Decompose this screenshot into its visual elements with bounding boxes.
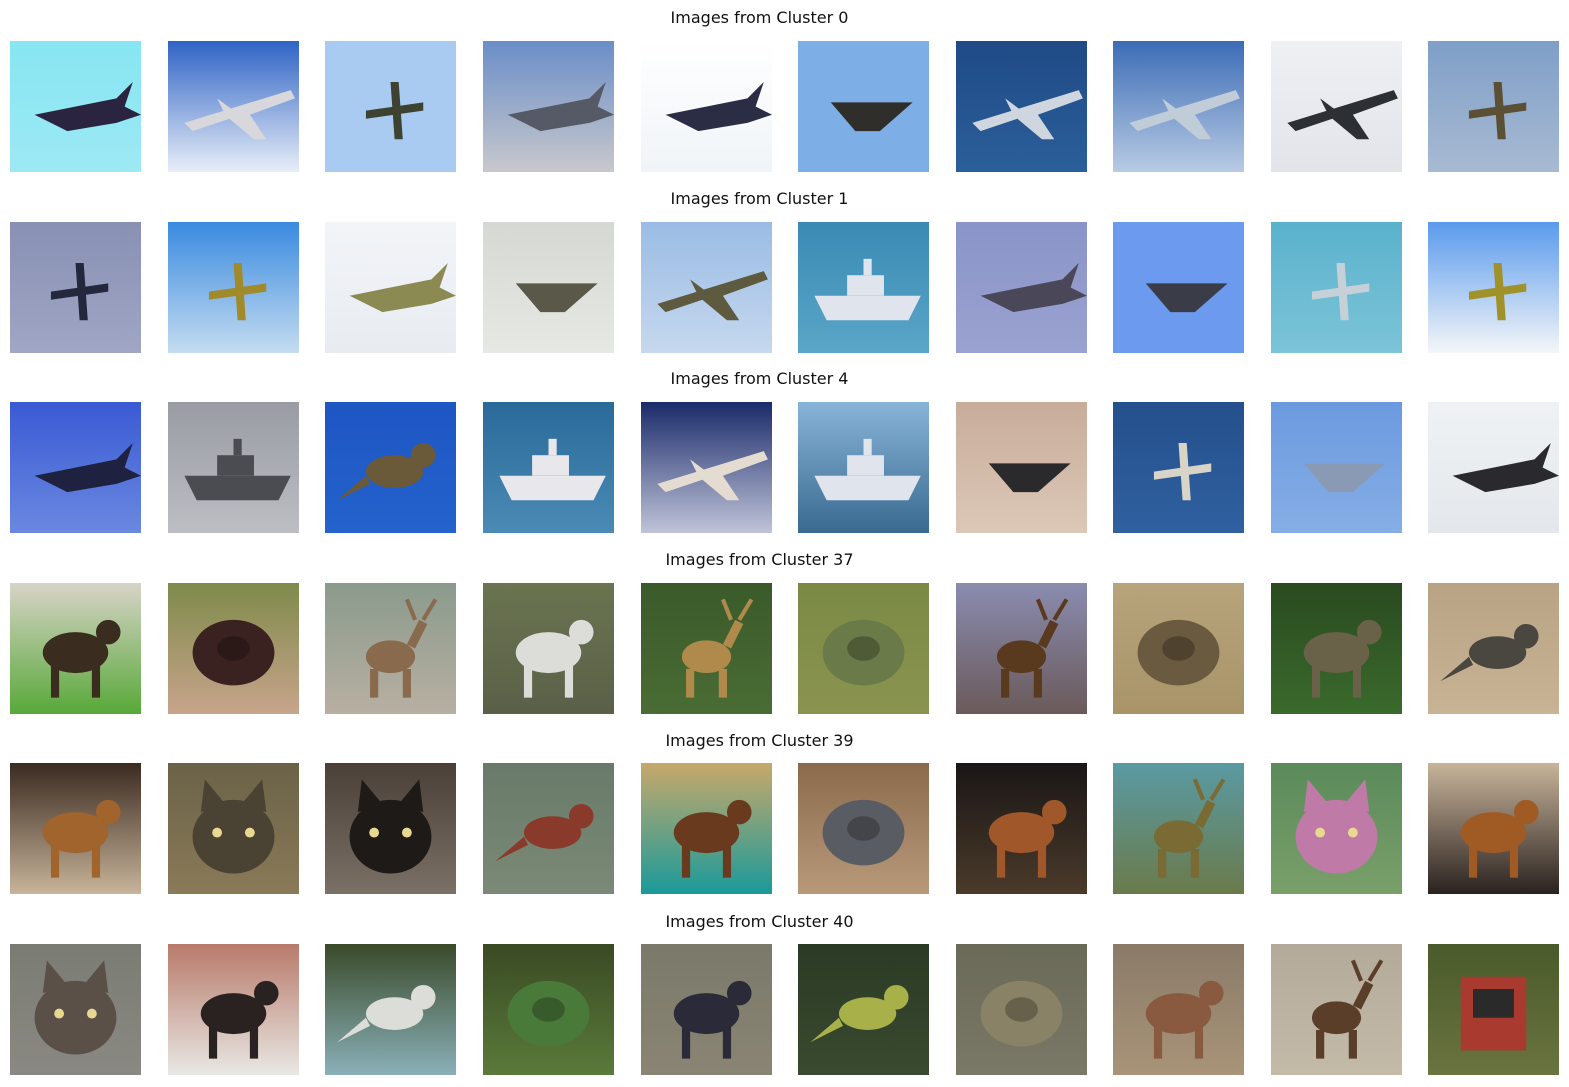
airplane-thumbnail: [10, 222, 141, 353]
airplane-thumbnail: [1113, 222, 1244, 353]
horse-thumbnail: [1113, 944, 1244, 1075]
airplane-thumbnail: [956, 402, 1087, 533]
airplane-thumbnail: [168, 222, 299, 353]
cluster-image-row: [10, 763, 1559, 894]
airplane-thumbnail: [956, 222, 1087, 353]
cat-thumbnail: [798, 763, 929, 894]
cluster-title: Images from Cluster 0: [670, 8, 849, 27]
boat-thumbnail: [483, 402, 614, 533]
airplane-thumbnail: [1113, 402, 1244, 533]
airplane-thumbnail: [798, 41, 929, 172]
horse-thumbnail: [168, 944, 299, 1075]
cat-thumbnail: [325, 763, 456, 894]
cluster-title: Images from Cluster 4: [670, 369, 849, 388]
ship-thumbnail: [168, 402, 299, 533]
deer-thumbnail: [1271, 944, 1402, 1075]
airplane-thumbnail: [10, 41, 141, 172]
bird-thumbnail: [325, 944, 456, 1075]
airplane-thumbnail: [1428, 222, 1559, 353]
cluster-image-row: [10, 41, 1559, 172]
ship-thumbnail: [798, 222, 929, 353]
airplane-thumbnail: [641, 41, 772, 172]
cluster-title: Images from Cluster 1: [670, 189, 849, 208]
airplane-thumbnail: [483, 222, 614, 353]
cluster-title: Images from Cluster 40: [665, 912, 854, 931]
animal-thumbnail: [1271, 583, 1402, 714]
dog-thumbnail: [1428, 763, 1559, 894]
bird-thumbnail: [798, 944, 929, 1075]
airplane-thumbnail: [325, 41, 456, 172]
frog-thumbnail: [956, 944, 1087, 1075]
truck-thumbnail: [1428, 944, 1559, 1075]
airplane-thumbnail: [1271, 222, 1402, 353]
moose-thumbnail: [1113, 763, 1244, 894]
dog-thumbnail: [168, 583, 299, 714]
bird-thumbnail: [483, 763, 614, 894]
frog-thumbnail: [798, 583, 929, 714]
animal-thumbnail: [641, 944, 772, 1075]
cluster-image-row: [10, 222, 1559, 353]
bird-thumbnail: [1428, 583, 1559, 714]
animal-thumbnail: [1113, 583, 1244, 714]
cluster-title: Images from Cluster 37: [665, 550, 854, 569]
deer-thumbnail: [325, 583, 456, 714]
frog-thumbnail: [483, 944, 614, 1075]
airplane-thumbnail: [483, 41, 614, 172]
airplane-thumbnail: [1271, 41, 1402, 172]
airplane-thumbnail: [1113, 41, 1244, 172]
airplane-thumbnail: [168, 41, 299, 172]
cat-thumbnail: [168, 763, 299, 894]
horse-thumbnail: [641, 763, 772, 894]
airplane-thumbnail: [641, 222, 772, 353]
ship-thumbnail: [798, 402, 929, 533]
cluster-image-row: [10, 944, 1559, 1075]
airplane-thumbnail: [1428, 402, 1559, 533]
dog-thumbnail: [10, 583, 141, 714]
bird-thumbnail: [325, 402, 456, 533]
airplane-thumbnail: [956, 41, 1087, 172]
cluster-image-row: [10, 583, 1559, 714]
airplane-thumbnail: [325, 222, 456, 353]
airplane-thumbnail: [1428, 41, 1559, 172]
cluster-title: Images from Cluster 39: [665, 731, 854, 750]
deer-thumbnail: [641, 583, 772, 714]
cluster-image-row: [10, 402, 1559, 533]
airplane-thumbnail: [641, 402, 772, 533]
airplane-thumbnail: [10, 402, 141, 533]
cat-thumbnail: [1271, 763, 1402, 894]
horse-thumbnail: [956, 763, 1087, 894]
deer-thumbnail: [956, 583, 1087, 714]
airplane-thumbnail: [1271, 402, 1402, 533]
cat-thumbnail: [10, 944, 141, 1075]
dog-thumbnail: [10, 763, 141, 894]
horse-thumbnail: [483, 583, 614, 714]
